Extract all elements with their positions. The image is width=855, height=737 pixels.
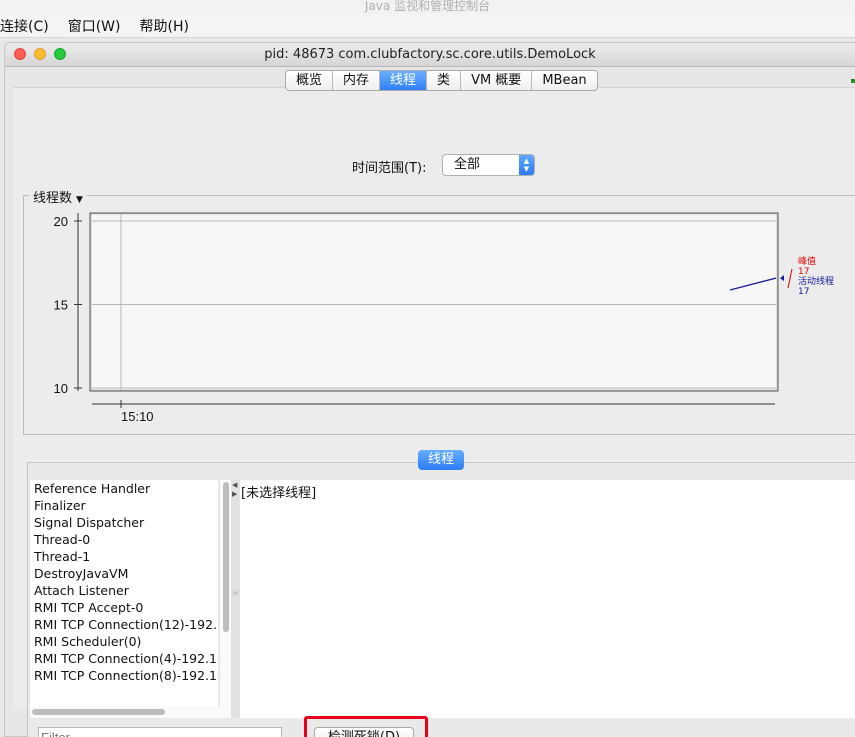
active-threads-label: 活动线程	[798, 275, 834, 287]
collapse-left-icon[interactable]: ◀	[232, 481, 237, 489]
tab-overview[interactable]: 概览	[286, 71, 333, 90]
y-tick-label: 15	[54, 298, 68, 313]
window-titlebar[interactable]: pid: 48673 com.clubfactory.sc.core.utils…	[5, 43, 855, 67]
y-tick-label: 20	[54, 214, 68, 229]
thread-list[interactable]: Reference Handler Finalizer Signal Dispatc…	[30, 480, 218, 706]
thread-list-item[interactable]: Signal Dispatcher	[30, 514, 218, 531]
thread-list-item[interactable]: RMI TCP Connection(4)-192.16	[30, 650, 218, 667]
thread-detail-text: [未选择线程]	[241, 486, 317, 501]
thread-filter-input[interactable]	[38, 727, 282, 737]
active-threads-value: 17	[798, 287, 809, 297]
series-end-marker	[780, 275, 784, 282]
tab-mbean[interactable]: MBean	[531, 71, 597, 90]
thread-list-item[interactable]: DestroyJavaVM	[30, 565, 218, 582]
thread-list-item[interactable]: RMI TCP Connection(8)-192.16	[30, 667, 218, 684]
threads-section-title: 线程	[418, 450, 464, 470]
peak-value: 17	[798, 267, 809, 277]
tab-bar: 概览 内存 线程类 VM 概要 MBean	[285, 70, 598, 91]
thread-list-item[interactable]: RMI TCP Accept-0	[30, 599, 218, 616]
internal-window: pid: 48673 com.clubfactory.sc.core.utils…	[4, 42, 855, 737]
x-tick-label: 15:10	[121, 409, 154, 424]
thread-list-item[interactable]: RMI TCP Connection(12)-192.1	[30, 616, 218, 633]
thread-count-chart-group: 线程数 ▼ 10 15 20 15:10 峰值 17 活动线程 17	[23, 187, 855, 435]
menu-connect[interactable]: 连接(C)	[0, 16, 58, 36]
threads-box: Reference Handler Finalizer Signal Dispatc…	[27, 462, 855, 737]
thread-detail-pane[interactable]: [未选择线程]	[240, 480, 855, 718]
menu-window[interactable]: 窗口(W)	[68, 16, 130, 36]
menu-help[interactable]: 帮助(H)	[139, 16, 197, 36]
thread-list-hscrollbar[interactable]	[30, 706, 231, 718]
split-pane-divider[interactable]: ◀ ▶ ⦿	[231, 480, 240, 718]
main-panel: 时间范围(T): 全部 ▲ ▼ 线程数 ▼ 10 15 20 15:10 峰值 17 活动线程 1…	[13, 87, 855, 737]
y-tick-label: 10	[54, 381, 68, 396]
tab-vm-summary[interactable]: VM 概要	[460, 71, 532, 90]
menubar: 连接(C) 窗口(W) 帮助(H)	[0, 14, 855, 38]
app-title: Java 监视和管理控制台	[0, 0, 855, 14]
thread-list-item[interactable]: Thread-1	[30, 548, 218, 565]
time-range-label: 时间范围(T):	[352, 161, 427, 176]
status-dot	[851, 79, 855, 83]
expand-right-icon[interactable]: ▶	[232, 490, 237, 498]
peak-label: 峰值	[798, 255, 816, 267]
plot-area	[89, 212, 779, 392]
divider-grip-icon[interactable]: ⦿	[232, 588, 239, 598]
thread-list-item[interactable]: Reference Handler	[30, 480, 218, 497]
thread-count-chart: 10152015:10峰值17活动线程17	[54, 212, 834, 424]
thread-list-item[interactable]: Attach Listener	[30, 582, 218, 599]
thread-list-vscrollbar[interactable]	[219, 480, 231, 706]
vscroll-thumb[interactable]	[223, 482, 229, 632]
peak-indicator-line	[787, 268, 793, 289]
hscroll-thumb[interactable]	[32, 709, 165, 715]
tab-threads[interactable]: 线程	[379, 71, 427, 90]
tab-classes[interactable]: 类	[426, 71, 461, 90]
thread-list-item[interactable]: Finalizer	[30, 497, 218, 514]
window-title: pid: 48673 com.clubfactory.sc.core.utils…	[264, 47, 596, 62]
tab-memory[interactable]: 内存	[332, 71, 380, 90]
select-arrows-icon: ▲ ▼	[519, 155, 534, 175]
thread-list-item[interactable]: RMI Scheduler(0)	[30, 633, 218, 650]
thread-list-item[interactable]: Thread-0	[30, 531, 218, 548]
time-range-value: 全部	[454, 157, 481, 172]
highlight-box	[304, 716, 428, 737]
time-range-select[interactable]: 全部 ▲ ▼	[442, 154, 535, 176]
